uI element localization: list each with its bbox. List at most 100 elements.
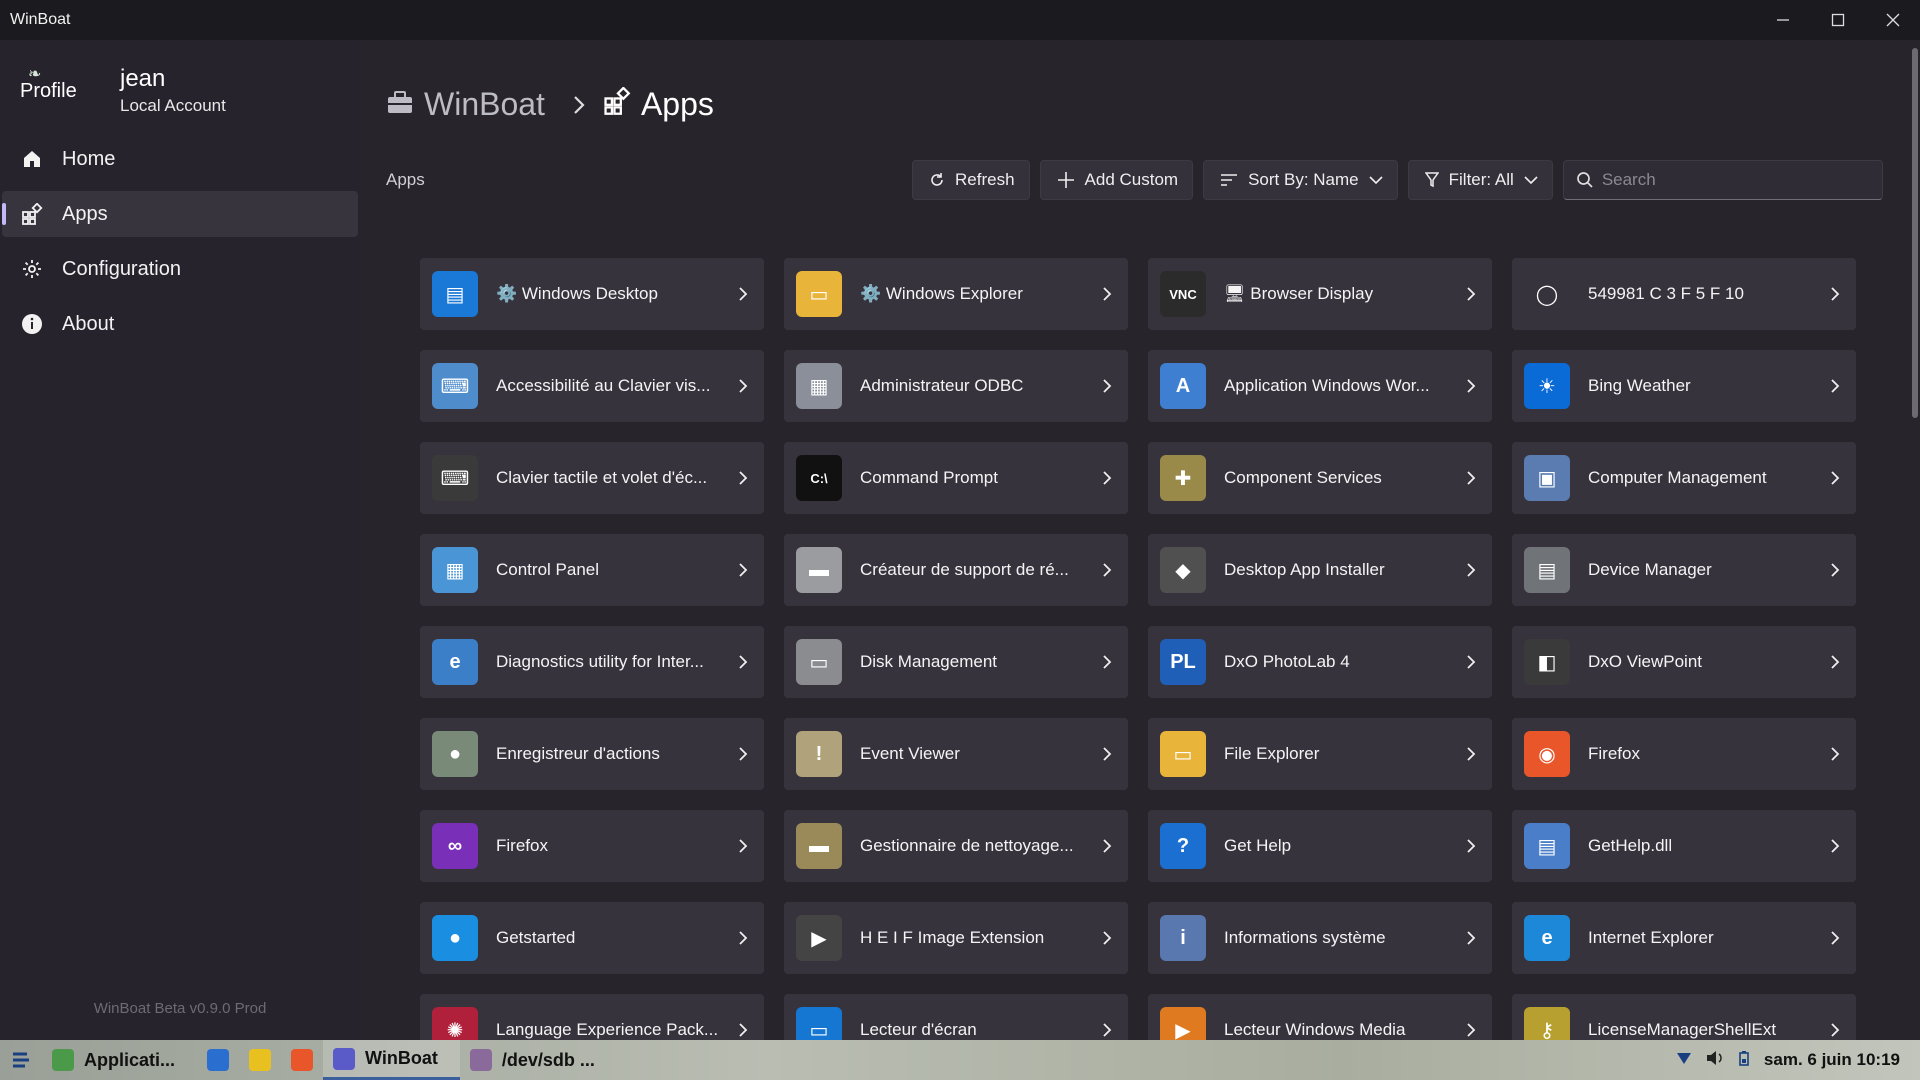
touch-keyboard-icon: ⌨ [432, 455, 478, 501]
app-card[interactable]: ▣ Computer Management [1512, 442, 1856, 514]
add-custom-button[interactable]: Add Custom [1039, 160, 1194, 200]
app-card[interactable]: ⌨ Clavier tactile et volet d'éc... [420, 442, 764, 514]
winboat-icon [333, 1047, 356, 1070]
toolbar: Refresh Add Custom Sort By: Name Filter:… [912, 160, 1883, 200]
app-card[interactable]: ▭ Lecteur d'écran [784, 994, 1128, 1040]
drive-icon: ▬ [796, 547, 842, 593]
app-card[interactable]: ✚ Component Services [1148, 442, 1492, 514]
app-card[interactable]: ▤ GetHelp.dll [1512, 810, 1856, 882]
app-name: Bing Weather [1588, 376, 1691, 395]
app-card[interactable]: ⌨ Accessibilité au Clavier vis... [420, 350, 764, 422]
app-card[interactable]: ∞ Firefox [420, 810, 764, 882]
app-card[interactable]: ▭ Disk Management [784, 626, 1128, 698]
sidebar-item-apps[interactable]: Apps [2, 191, 358, 237]
chevron-right-icon [1100, 378, 1114, 394]
app-card[interactable]: ● Enregistreur d'actions [420, 718, 764, 790]
chevron-right-icon [1100, 838, 1114, 854]
search-box[interactable] [1562, 160, 1883, 200]
volume-icon[interactable] [1706, 1050, 1724, 1071]
chevron-right-icon [736, 930, 750, 946]
disk-tool-icon [469, 1049, 492, 1071]
apps-icon [2, 203, 62, 225]
taskbar-item[interactable] [239, 1040, 281, 1080]
filter-dropdown[interactable]: Filter: All [1407, 160, 1553, 200]
app-card[interactable]: ◆ Desktop App Installer [1148, 534, 1492, 606]
app-card[interactable]: ▶ Lecteur Windows Media [1148, 994, 1492, 1040]
app-card[interactable]: ▭ ⚙️ Windows Explorer [784, 258, 1128, 330]
section-label: Apps [386, 170, 425, 189]
maximize-button[interactable] [1810, 0, 1865, 40]
title-bar: WinBoat [0, 0, 1920, 40]
app-card[interactable]: ⚷ LicenseManagerShellExt [1512, 994, 1856, 1040]
battery-icon[interactable] [1738, 1050, 1750, 1071]
browser-icon [207, 1049, 230, 1071]
gear-icon [2, 258, 62, 280]
sidebar-item-home[interactable]: Home [2, 136, 358, 182]
clock[interactable]: sam. 6 juin 10:19 [1764, 1050, 1900, 1070]
taskbar-item[interactable]: WinBoat [323, 1040, 460, 1080]
disk-cleanup-icon: ▬ [796, 823, 842, 869]
app-name: ⚙️ Windows Desktop [496, 284, 658, 303]
chevron-right-icon [1464, 1022, 1478, 1038]
sidebar-item-label: About [62, 312, 115, 335]
app-card[interactable]: ? Get Help [1148, 810, 1492, 882]
app-card[interactable]: ◧ DxO ViewPoint [1512, 626, 1856, 698]
getstarted-icon: ● [432, 915, 478, 961]
taskbar-item[interactable] [197, 1040, 239, 1080]
app-name: ⚙️ Windows Explorer [860, 284, 1023, 303]
sort-dropdown[interactable]: Sort By: Name [1203, 160, 1398, 200]
app-card[interactable]: ◯ 549981 C 3 F 5 F 10 [1512, 258, 1856, 330]
app-card[interactable]: ▬ Gestionnaire de nettoyage... [784, 810, 1128, 882]
taskbar-item[interactable]: Applicati... [42, 1040, 197, 1080]
app-name: Créateur de support de ré... [860, 560, 1069, 579]
sidebar-item-about[interactable]: About [2, 301, 358, 347]
app-card[interactable]: ▤ ⚙️ Windows Desktop [420, 258, 764, 330]
chevron-right-icon [1828, 286, 1842, 302]
app-card[interactable]: i Informations système [1148, 902, 1492, 974]
version-label: WinBoat Beta v0.9.0 Prod [93, 1000, 267, 1017]
scrollbar[interactable] [1912, 48, 1918, 418]
firefox-private-icon: ∞ [432, 823, 478, 869]
app-card[interactable]: ▦ Administrateur ODBC [784, 350, 1128, 422]
app-card[interactable]: e Diagnostics utility for Inter... [420, 626, 764, 698]
kde-launcher-icon [13, 1052, 29, 1068]
app-card[interactable]: A Application Windows Wor... [1148, 350, 1492, 422]
app-card[interactable]: ▦ Control Panel [420, 534, 764, 606]
search-input[interactable] [1601, 170, 1862, 190]
app-name: Event Viewer [860, 744, 960, 763]
chevron-right-icon [736, 654, 750, 670]
app-card[interactable]: ☀ Bing Weather [1512, 350, 1856, 422]
profile-account-type: Local Account [120, 96, 226, 115]
minimize-button[interactable] [1755, 0, 1810, 40]
chevron-right-icon [1464, 286, 1478, 302]
chevron-right-icon [1828, 1022, 1842, 1038]
app-card[interactable]: ▭ File Explorer [1148, 718, 1492, 790]
refresh-button[interactable]: Refresh [912, 160, 1030, 200]
close-button[interactable] [1865, 0, 1920, 40]
app-card[interactable]: C:\ Command Prompt [784, 442, 1128, 514]
taskbar-item[interactable]: /dev/sdb ... [460, 1040, 617, 1080]
taskbar-item[interactable] [281, 1040, 323, 1080]
app-card[interactable]: e Internet Explorer [1512, 902, 1856, 974]
app-card[interactable]: ▬ Créateur de support de ré... [784, 534, 1128, 606]
app-card[interactable]: ✺ Language Experience Pack... [420, 994, 764, 1040]
chevron-right-icon [1100, 470, 1114, 486]
app-name: Lecteur d'écran [860, 1020, 977, 1039]
breadcrumb-root[interactable]: WinBoat [424, 86, 545, 123]
network-icon[interactable] [1676, 1050, 1692, 1071]
app-name: Device Manager [1588, 560, 1712, 579]
app-card[interactable]: PL DxO PhotoLab 4 [1148, 626, 1492, 698]
sidebar-item-configuration[interactable]: Configuration [2, 246, 358, 292]
app-card[interactable]: VNC 🖥 Browser Display [1148, 258, 1492, 330]
apps-icon [603, 86, 631, 123]
chrome-like-icon [249, 1049, 272, 1071]
app-name: Computer Management [1588, 468, 1767, 487]
chevron-right-icon [1100, 1022, 1114, 1038]
start-menu-button[interactable] [0, 1040, 42, 1080]
app-card[interactable]: ▤ Device Manager [1512, 534, 1856, 606]
app-card[interactable]: ◉ Firefox [1512, 718, 1856, 790]
app-card[interactable]: ● Getstarted [420, 902, 764, 974]
app-card[interactable]: ! Event Viewer [784, 718, 1128, 790]
chevron-right-icon [1100, 746, 1114, 762]
app-card[interactable]: ▶ H E I F Image Extension [784, 902, 1128, 974]
